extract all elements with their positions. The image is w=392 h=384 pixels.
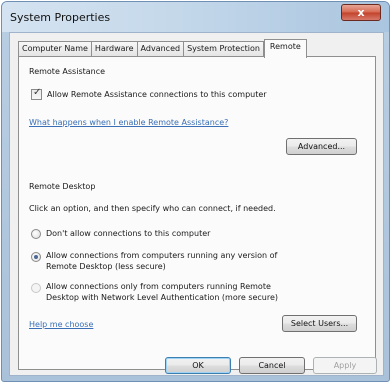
tab-advanced[interactable]: Advanced	[136, 41, 185, 57]
help-me-choose-link[interactable]: Help me choose	[29, 320, 93, 329]
radio-allow-nla-only-label-line1: Allow connections only from computers ru…	[46, 282, 271, 291]
title-bar[interactable]: System Properties x	[2, 2, 389, 32]
allow-remote-assistance-checkbox[interactable]: ✓	[31, 87, 42, 100]
radio-dont-allow[interactable]	[31, 229, 41, 239]
remote-desktop-heading: Remote Desktop	[29, 182, 96, 191]
allow-remote-assistance-label[interactable]: Allow Remote Assistance connections to t…	[47, 90, 267, 99]
tab-strip: Computer Name Hardware Advanced System P…	[18, 39, 307, 58]
checkmark-icon: ✓	[33, 87, 42, 98]
radio-allow-nla-only	[31, 283, 41, 293]
apply-button: Apply	[313, 357, 377, 374]
remote-assistance-heading: Remote Assistance	[29, 67, 106, 76]
tab-hardware[interactable]: Hardware	[90, 41, 138, 57]
close-button[interactable]: x	[341, 4, 381, 21]
dialog-client-area: Computer Name Hardware Advanced System P…	[9, 32, 384, 376]
tab-remote[interactable]: Remote	[263, 39, 307, 58]
remote-desktop-instruction: Click an option, and then specify who ca…	[29, 204, 276, 213]
radio-allow-any-version-label-line2[interactable]: Remote Desktop (less secure)	[46, 262, 166, 271]
radio-allow-nla-only-label-line2: Desktop with Network Level Authenticatio…	[46, 293, 279, 302]
advanced-button[interactable]: Advanced...	[286, 138, 357, 155]
radio-allow-any-version[interactable]	[31, 252, 41, 262]
tab-computer-name[interactable]: Computer Name	[18, 41, 92, 57]
remote-assistance-help-link[interactable]: What happens when I enable Remote Assist…	[29, 118, 228, 127]
cancel-button[interactable]: Cancel	[239, 357, 305, 374]
radio-dont-allow-label[interactable]: Don't allow connections to this computer	[46, 229, 210, 238]
remote-tab-panel: Remote Assistance ✓ Allow Remote Assista…	[18, 56, 376, 370]
select-users-button[interactable]: Select Users...	[282, 315, 357, 332]
radio-allow-any-version-label-line1[interactable]: Allow connections from computers running…	[46, 251, 277, 260]
system-properties-window: System Properties x Computer Name Hardwa…	[1, 1, 390, 382]
ok-button[interactable]: OK	[165, 357, 231, 374]
tab-system-protection[interactable]: System Protection	[183, 41, 264, 57]
window-title: System Properties	[10, 11, 111, 24]
